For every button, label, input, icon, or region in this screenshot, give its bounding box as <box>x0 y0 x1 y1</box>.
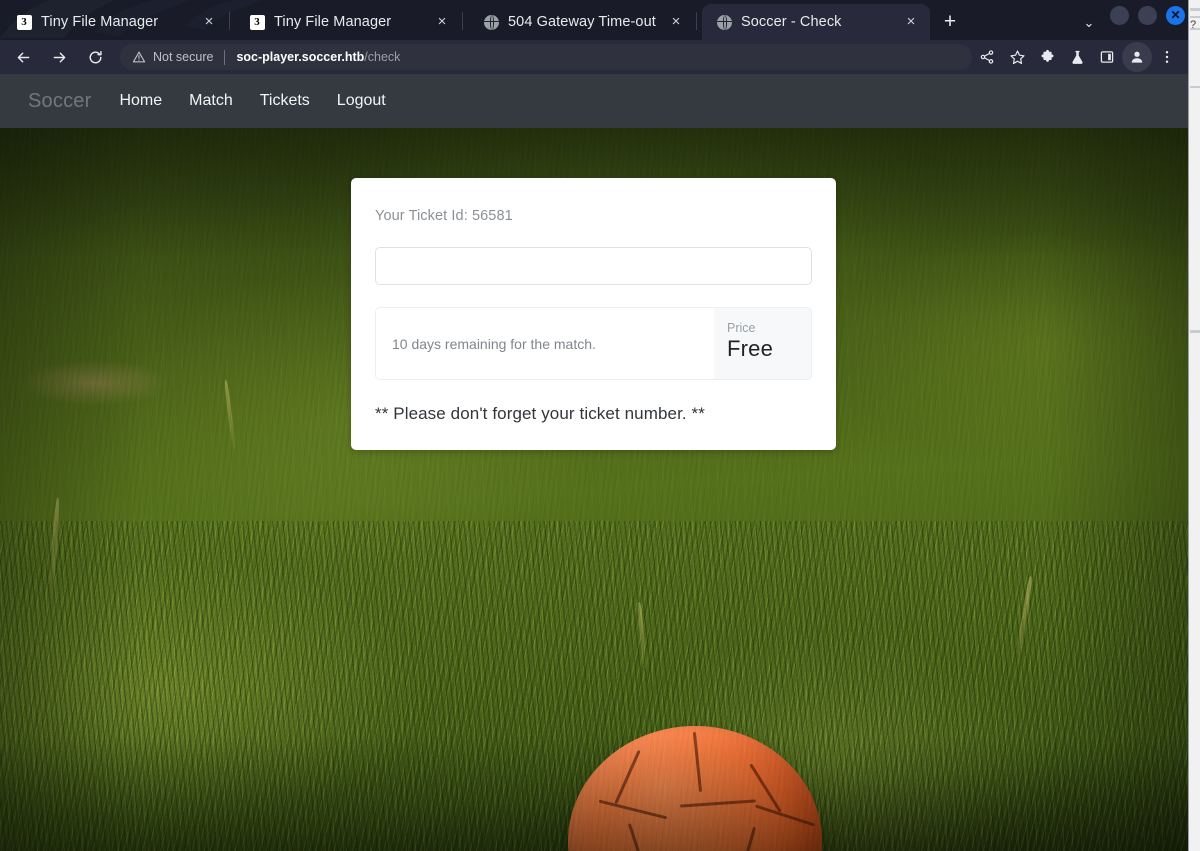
site-brand[interactable]: Soccer <box>28 90 91 113</box>
ticket-note-text: ** Please don't forget your ticket numbe… <box>375 404 705 423</box>
forward-button[interactable] <box>44 42 74 72</box>
reload-button[interactable] <box>80 42 110 72</box>
price-section: Price Free <box>714 308 811 379</box>
price-value: Free <box>727 336 774 361</box>
match-info-panel: 10 days remaining for the match. Price F… <box>375 307 812 380</box>
days-remaining-text: 10 days remaining for the match. <box>392 335 596 352</box>
address-bar[interactable]: Not secure soc-player.soccer.htb/check <box>120 44 972 70</box>
straw <box>1015 576 1034 656</box>
ticket-id-input[interactable] <box>375 247 812 285</box>
browser-tab-3[interactable]: 504 Gateway Time-out × <box>469 4 695 40</box>
screen: 3 Tiny File Manager × 3 Tiny File Manage… <box>0 0 1200 851</box>
tab-title: 504 Gateway Time-out <box>508 14 656 30</box>
side-panel-icon[interactable] <box>1092 42 1122 72</box>
window-close-button[interactable]: ✕ <box>1166 6 1185 25</box>
nav-link-match[interactable]: Match <box>189 92 233 110</box>
soccer-ball-image <box>568 726 822 851</box>
url-host: soc-player.soccer.htb <box>236 50 365 64</box>
globe-icon <box>483 14 499 30</box>
browser-tab-2[interactable]: 3 Tiny File Manager × <box>235 4 461 40</box>
tab-title: Tiny File Manager <box>41 14 159 30</box>
site-nav-links: Home Match Tickets Logout <box>119 92 412 110</box>
url-text: soc-player.soccer.htb/check <box>236 50 400 64</box>
straw <box>48 497 61 595</box>
ticket-id-text: Your Ticket Id: 56581 <box>375 208 513 224</box>
file-manager-icon: 3 <box>16 14 32 30</box>
bookmark-star-icon[interactable] <box>1002 42 1032 72</box>
arrow-right-icon <box>53 52 65 62</box>
tab-close-button[interactable]: × <box>665 11 687 33</box>
browser-window: 3 Tiny File Manager × 3 Tiny File Manage… <box>0 0 1188 851</box>
straw <box>637 601 647 669</box>
tab-separator <box>229 12 230 30</box>
toolbar-icon-group <box>972 42 1182 72</box>
omnibox-divider <box>224 49 226 65</box>
straw <box>223 380 237 450</box>
tab-separator <box>696 12 697 30</box>
profile-avatar-icon[interactable] <box>1122 42 1152 72</box>
new-tab-button[interactable]: + <box>936 9 964 37</box>
page-viewport: Soccer Home Match Tickets Logout Your Ti… <box>0 74 1188 851</box>
nav-link-home[interactable]: Home <box>119 92 162 110</box>
back-button[interactable] <box>8 42 38 72</box>
url-path: /check <box>364 50 401 64</box>
tab-title: Soccer - Check <box>741 14 842 30</box>
nav-link-logout[interactable]: Logout <box>337 92 386 110</box>
more-menu-icon[interactable] <box>1152 42 1182 72</box>
tab-close-button[interactable]: × <box>900 11 922 33</box>
window-minimize-button[interactable] <box>1110 6 1129 25</box>
tab-search-chevron-down-icon[interactable]: ⌄ <box>1076 10 1102 36</box>
nav-link-tickets[interactable]: Tickets <box>260 92 310 110</box>
arrow-left-icon <box>17 52 29 62</box>
browser-tab-strip: 3 Tiny File Manager × 3 Tiny File Manage… <box>0 0 1188 40</box>
share-icon[interactable] <box>972 42 1002 72</box>
browser-tab-4-active[interactable]: Soccer - Check × <box>702 4 930 40</box>
file-manager-icon: 3 <box>249 14 265 30</box>
ticket-check-card: Your Ticket Id: 56581 10 days remaining … <box>351 178 836 450</box>
background-window-sliver[interactable]: ? <box>1188 0 1200 851</box>
experiments-flask-icon[interactable] <box>1062 42 1092 72</box>
security-status-text: Not secure <box>153 50 214 64</box>
tab-title: Tiny File Manager <box>274 14 392 30</box>
window-maximize-button[interactable] <box>1138 6 1157 25</box>
tab-separator <box>462 12 463 30</box>
not-secure-warning-icon <box>132 50 146 64</box>
browser-tab-1[interactable]: 3 Tiny File Manager × <box>2 4 228 40</box>
tab-close-button[interactable]: × <box>198 11 220 33</box>
soccer-ball <box>568 726 822 851</box>
days-remaining-section: 10 days remaining for the match. <box>376 308 714 379</box>
extensions-puzzle-icon[interactable] <box>1032 42 1062 72</box>
tab-close-button[interactable]: × <box>431 11 453 33</box>
price-label: Price <box>727 321 756 335</box>
dirt-patch <box>18 360 170 406</box>
browser-toolbar: Not secure soc-player.soccer.htb/check <box>0 40 1188 74</box>
globe-icon <box>716 14 732 30</box>
site-navbar: Soccer Home Match Tickets Logout <box>0 74 1188 128</box>
grass-blades-overlay <box>0 521 1188 851</box>
reload-icon <box>89 50 102 63</box>
